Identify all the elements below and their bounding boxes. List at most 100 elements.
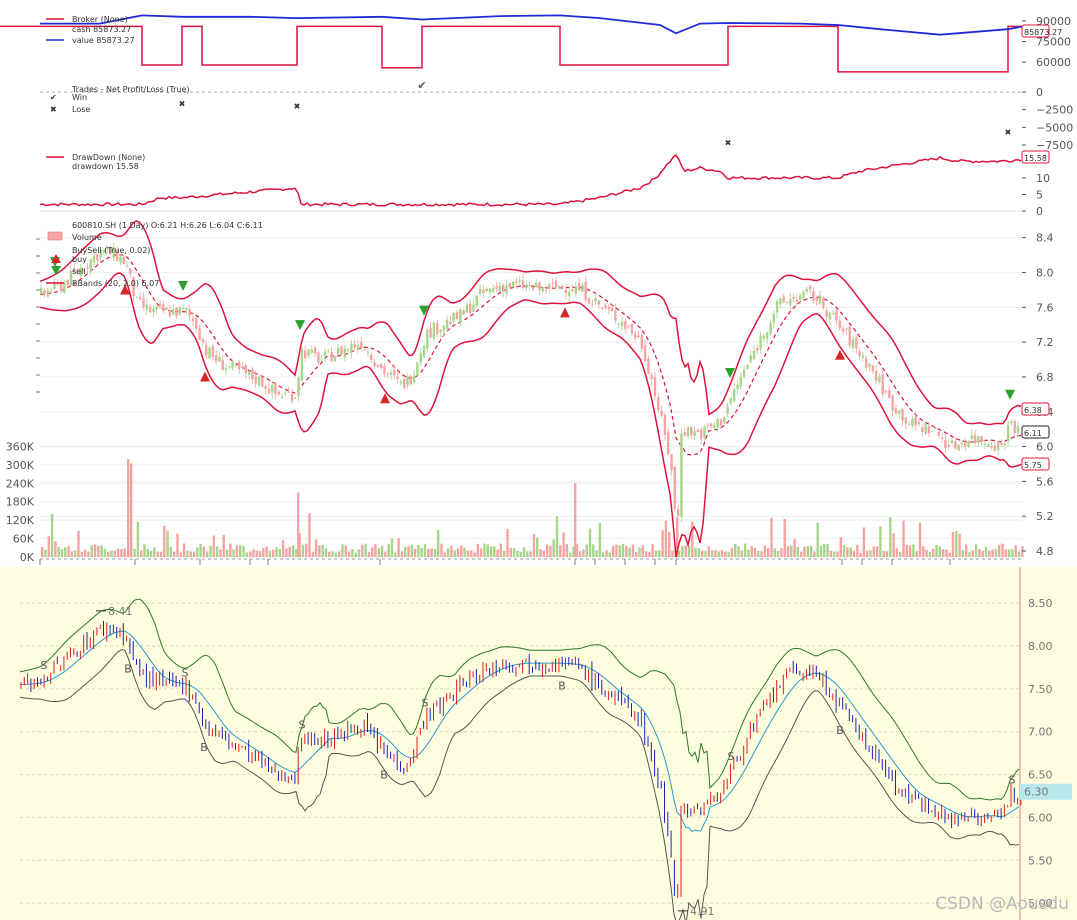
- volume-y-tick: 180K: [6, 496, 35, 509]
- trades-legend-title: Trades - Net Profit/Loss (True): [71, 85, 190, 94]
- price-candle: [317, 352, 320, 363]
- price-candle: [944, 439, 947, 449]
- price-candle: [904, 417, 907, 424]
- price-candle: [43, 290, 46, 294]
- price-y-tick: 6.0: [1036, 441, 1054, 454]
- price-candle: [568, 292, 571, 297]
- volume-bar: [984, 546, 988, 557]
- price-candle: [412, 375, 416, 383]
- volume-bar: [585, 544, 588, 557]
- broker-y-tick: 75000: [1036, 36, 1071, 49]
- volume-bar: [615, 544, 618, 557]
- price-candle: [587, 298, 591, 304]
- volume-bar: [133, 548, 136, 557]
- price-legend-title: 600810.SH (1 Day) O:6.21 H:6.26 L:6.04 C…: [72, 221, 263, 230]
- price-candle: [379, 363, 383, 369]
- price-candle: [165, 307, 168, 310]
- volume-bar: [291, 545, 295, 557]
- volume-bar: [542, 550, 545, 557]
- volume-bar: [50, 513, 54, 557]
- volume-bar: [456, 548, 460, 557]
- price-candle: [901, 409, 904, 421]
- volume-bar: [146, 548, 149, 557]
- volume-bar: [1004, 549, 1007, 557]
- price-candle: [396, 376, 399, 379]
- price-candle: [785, 301, 789, 303]
- volume-bar: [232, 549, 235, 557]
- price-candle: [436, 323, 439, 334]
- price-candle: [620, 321, 624, 326]
- volume-bar: [156, 551, 159, 557]
- volume-bar: [242, 545, 245, 557]
- volume-bar: [605, 550, 608, 557]
- volume-bar: [875, 546, 879, 557]
- volume-bar: [618, 545, 621, 557]
- volume-bar: [974, 544, 978, 557]
- price-candle: [195, 318, 198, 329]
- bbands-bottom-line: [39, 272, 1022, 558]
- price-candle: [574, 286, 577, 294]
- trades-y-tick: −5000: [1036, 121, 1073, 134]
- volume-bar: [41, 546, 44, 557]
- volume-bar: [882, 550, 885, 557]
- price-candle: [422, 346, 426, 357]
- price-candle: [610, 307, 614, 312]
- volume-bar: [717, 551, 720, 557]
- price-candle: [241, 366, 244, 369]
- broker-y-tick: 60000: [1036, 56, 1071, 69]
- volume-bar: [608, 552, 611, 557]
- price-candle: [709, 423, 713, 427]
- price-candle: [518, 280, 521, 282]
- volume-bar: [1021, 546, 1024, 557]
- price-candle: [937, 431, 940, 436]
- price-candle: [89, 259, 92, 272]
- volume-y-tick: 0K: [20, 551, 35, 564]
- volume-bar: [958, 533, 961, 557]
- volume-bar: [153, 547, 156, 557]
- price-candle: [888, 389, 891, 398]
- price-candle: [426, 329, 429, 349]
- price-candle: [759, 335, 762, 350]
- volume-bar: [569, 552, 572, 557]
- price-candle: [696, 429, 700, 433]
- volume-bar: [387, 544, 390, 557]
- price-candle: [320, 359, 323, 361]
- price-candle: [779, 298, 782, 304]
- volume-bar: [562, 532, 565, 557]
- price-candle: [676, 508, 680, 516]
- price-candle: [729, 398, 733, 404]
- volume-bar: [839, 537, 842, 557]
- price-candle: [683, 432, 686, 436]
- price-candle: [577, 283, 581, 291]
- price-candle: [366, 351, 370, 353]
- price-candle: [86, 267, 89, 269]
- price-candle: [756, 348, 759, 351]
- price-candle: [251, 369, 254, 380]
- price-candle: [168, 310, 172, 317]
- price-candle: [980, 436, 983, 443]
- volume-bar: [341, 544, 344, 557]
- volume-bar: [704, 551, 707, 557]
- price-candle: [462, 310, 465, 315]
- volume-bar: [770, 517, 773, 557]
- volume-bar: [529, 551, 532, 557]
- volume-bar: [202, 546, 206, 557]
- price-candle: [505, 285, 508, 294]
- price-candle: [973, 434, 977, 444]
- volume-bar: [691, 521, 694, 557]
- price-candle: [155, 306, 158, 310]
- lower-sell-label: S: [299, 718, 306, 731]
- volume-bar: [796, 546, 800, 557]
- price-candle: [376, 364, 379, 368]
- volume-bar: [734, 544, 737, 557]
- volume-bar: [466, 550, 470, 557]
- volume-bar: [196, 547, 199, 557]
- volume-bar: [377, 548, 380, 557]
- price-candle: [49, 291, 53, 293]
- price-candle: [214, 355, 218, 362]
- volume-bar: [281, 540, 285, 557]
- volume-bar: [328, 551, 331, 557]
- volume-bar: [248, 551, 252, 557]
- lower-buy-label: B: [836, 724, 844, 737]
- price-candle: [884, 391, 888, 393]
